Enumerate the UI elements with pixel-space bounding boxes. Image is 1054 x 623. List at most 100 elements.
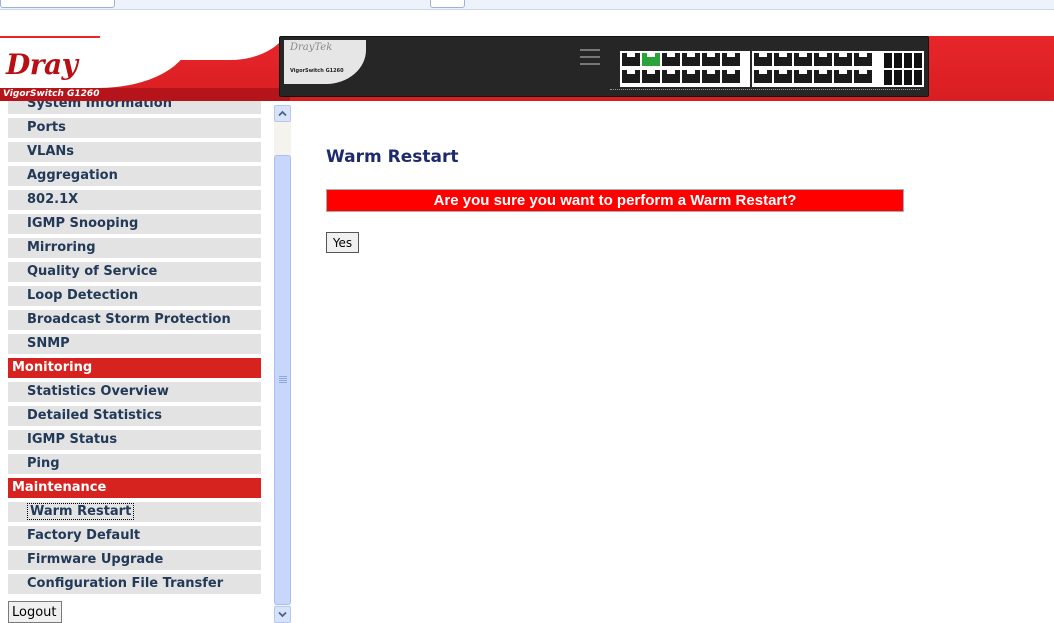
- panel-faceplate: DrayTek VigorSwitch G1260: [284, 40, 366, 84]
- sidebar-nav: System Information Ports VLANs Aggregation 8…: [8, 101, 264, 623]
- port-icon: [834, 53, 852, 68]
- sfp-port-icon: [894, 70, 902, 85]
- port-icon: [794, 70, 812, 85]
- sidebar-scrollbar[interactable]: [274, 105, 291, 623]
- port-icon: [682, 53, 700, 68]
- sidebar-item-igmp-status[interactable]: IGMP Status: [8, 430, 261, 452]
- sidebar-item-statistics-overview[interactable]: Statistics Overview: [8, 382, 261, 404]
- yes-button[interactable]: Yes: [326, 232, 359, 253]
- sidebar-item-quality-of-service[interactable]: Quality of Service: [8, 262, 261, 284]
- sidebar-item-igmp-snooping[interactable]: IGMP Snooping: [8, 214, 261, 236]
- header-banner: DrayTek VigorSwitch G1260 DrayTek VigorS…: [0, 10, 1054, 101]
- port-icon: [622, 70, 640, 85]
- port-group-1: [620, 51, 750, 87]
- sidebar-item-ports[interactable]: Ports: [8, 118, 261, 140]
- port-icon: [774, 53, 792, 68]
- status-leds: [580, 49, 604, 75]
- sidebar-item-loop-detection[interactable]: Loop Detection: [8, 286, 261, 308]
- panel-model: VigorSwitch G1260: [290, 68, 344, 74]
- port-icon-active: [642, 53, 660, 68]
- model-label: VigorSwitch G1260: [3, 89, 100, 99]
- sidebar-item-label: Ping: [27, 456, 60, 471]
- port-icon: [722, 53, 740, 68]
- port-icon: [622, 53, 640, 68]
- sidebar-item-label: 802.1X: [27, 192, 79, 207]
- port-number-strip: [610, 89, 920, 93]
- port-group-2: [752, 51, 882, 87]
- port-icon: [774, 70, 792, 85]
- port-icon: [854, 53, 872, 68]
- port-icon: [662, 70, 680, 85]
- sidebar-item-ping[interactable]: Ping: [8, 454, 261, 476]
- sidebar-item-label: IGMP Status: [27, 432, 118, 447]
- switch-front-panel-image: DrayTek VigorSwitch G1260: [279, 36, 929, 97]
- sidebar-item-label: Monitoring: [12, 360, 93, 375]
- sidebar-item-802-1x[interactable]: 802.1X: [8, 190, 261, 212]
- logout-button[interactable]: Logout: [8, 601, 62, 623]
- sidebar-item-label: Broadcast Storm Protection: [27, 312, 231, 327]
- sidebar-item-label: Warm Restart: [27, 503, 135, 520]
- browser-top-strip: [0, 0, 1054, 10]
- sfp-port-icon: [884, 53, 892, 68]
- sidebar-item-factory-default[interactable]: Factory Default: [8, 526, 261, 548]
- sidebar-item-label: Detailed Statistics: [27, 408, 163, 423]
- port-icon: [702, 53, 720, 68]
- sfp-port-icon: [894, 53, 902, 68]
- port-icon: [754, 70, 772, 85]
- scroll-down-button[interactable]: [274, 606, 291, 623]
- sidebar-item-label: Configuration File Transfer: [27, 576, 224, 591]
- sidebar-item-label: Aggregation: [27, 168, 118, 183]
- port-icon: [814, 53, 832, 68]
- sidebar-item-label: Statistics Overview: [27, 384, 169, 399]
- port-icon: [794, 53, 812, 68]
- sidebar-item-mirroring[interactable]: Mirroring: [8, 238, 261, 260]
- scroll-grip-icon: [279, 376, 287, 384]
- sidebar-item-label: Maintenance: [12, 480, 107, 495]
- sidebar-item-warm-restart[interactable]: Warm Restart: [8, 502, 261, 524]
- sidebar-item-label: System Information: [27, 101, 172, 111]
- scroll-up-button[interactable]: [274, 105, 291, 122]
- sidebar-item-label: IGMP Snooping: [27, 216, 139, 231]
- confirm-message: Are you sure you want to perform a Warm …: [326, 189, 904, 212]
- port-icon: [722, 70, 740, 85]
- port-icon: [682, 70, 700, 85]
- sfp-ports: [882, 51, 924, 87]
- sidebar-item-configuration-file-transfer[interactable]: Configuration File Transfer: [8, 574, 261, 596]
- port-icon: [702, 70, 720, 85]
- sfp-port-icon: [884, 70, 892, 85]
- draytek-logo: DrayTek: [6, 48, 126, 81]
- sfp-port-icon: [904, 53, 912, 68]
- sidebar-item-label: Loop Detection: [27, 288, 139, 303]
- sidebar-item-label: SNMP: [27, 336, 70, 351]
- sidebar-item-snmp[interactable]: SNMP: [8, 334, 261, 356]
- chevron-up-icon: [278, 110, 287, 117]
- port-icon: [662, 53, 680, 68]
- browser-tab-stub: [0, 0, 115, 8]
- scroll-thumb[interactable]: [274, 155, 291, 605]
- sidebar-item-firmware-upgrade[interactable]: Firmware Upgrade: [8, 550, 261, 572]
- sidebar-item-aggregation[interactable]: Aggregation: [8, 166, 261, 188]
- sfp-port-icon: [914, 70, 922, 85]
- port-icon: [642, 70, 660, 85]
- sidebar-item-label: Factory Default: [27, 528, 141, 543]
- sidebar-item-detailed-statistics[interactable]: Detailed Statistics: [8, 406, 261, 428]
- sidebar-item-label: Mirroring: [27, 240, 96, 255]
- sidebar-item-system-information[interactable]: System Information: [8, 101, 261, 116]
- port-icon: [834, 70, 852, 85]
- sidebar-item-broadcast-storm-protection[interactable]: Broadcast Storm Protection: [8, 310, 261, 332]
- sidebar-section-monitoring: Monitoring: [8, 358, 261, 380]
- sfp-port-icon: [904, 70, 912, 85]
- sfp-port-icon: [914, 53, 922, 68]
- sidebar-item-label: Quality of Service: [27, 264, 158, 279]
- sidebar-item-vlans[interactable]: VLANs: [8, 142, 261, 164]
- port-icon: [814, 70, 832, 85]
- sidebar-item-label: Firmware Upgrade: [27, 552, 164, 567]
- port-icon: [854, 70, 872, 85]
- page-title: Warm Restart: [326, 147, 459, 167]
- chevron-down-icon: [278, 611, 287, 618]
- sidebar-item-label: Ports: [27, 120, 66, 135]
- panel-brand: DrayTek: [290, 42, 333, 53]
- sidebar-item-label: VLANs: [27, 144, 75, 159]
- sidebar-section-maintenance: Maintenance: [8, 478, 261, 500]
- port-icon: [754, 53, 772, 68]
